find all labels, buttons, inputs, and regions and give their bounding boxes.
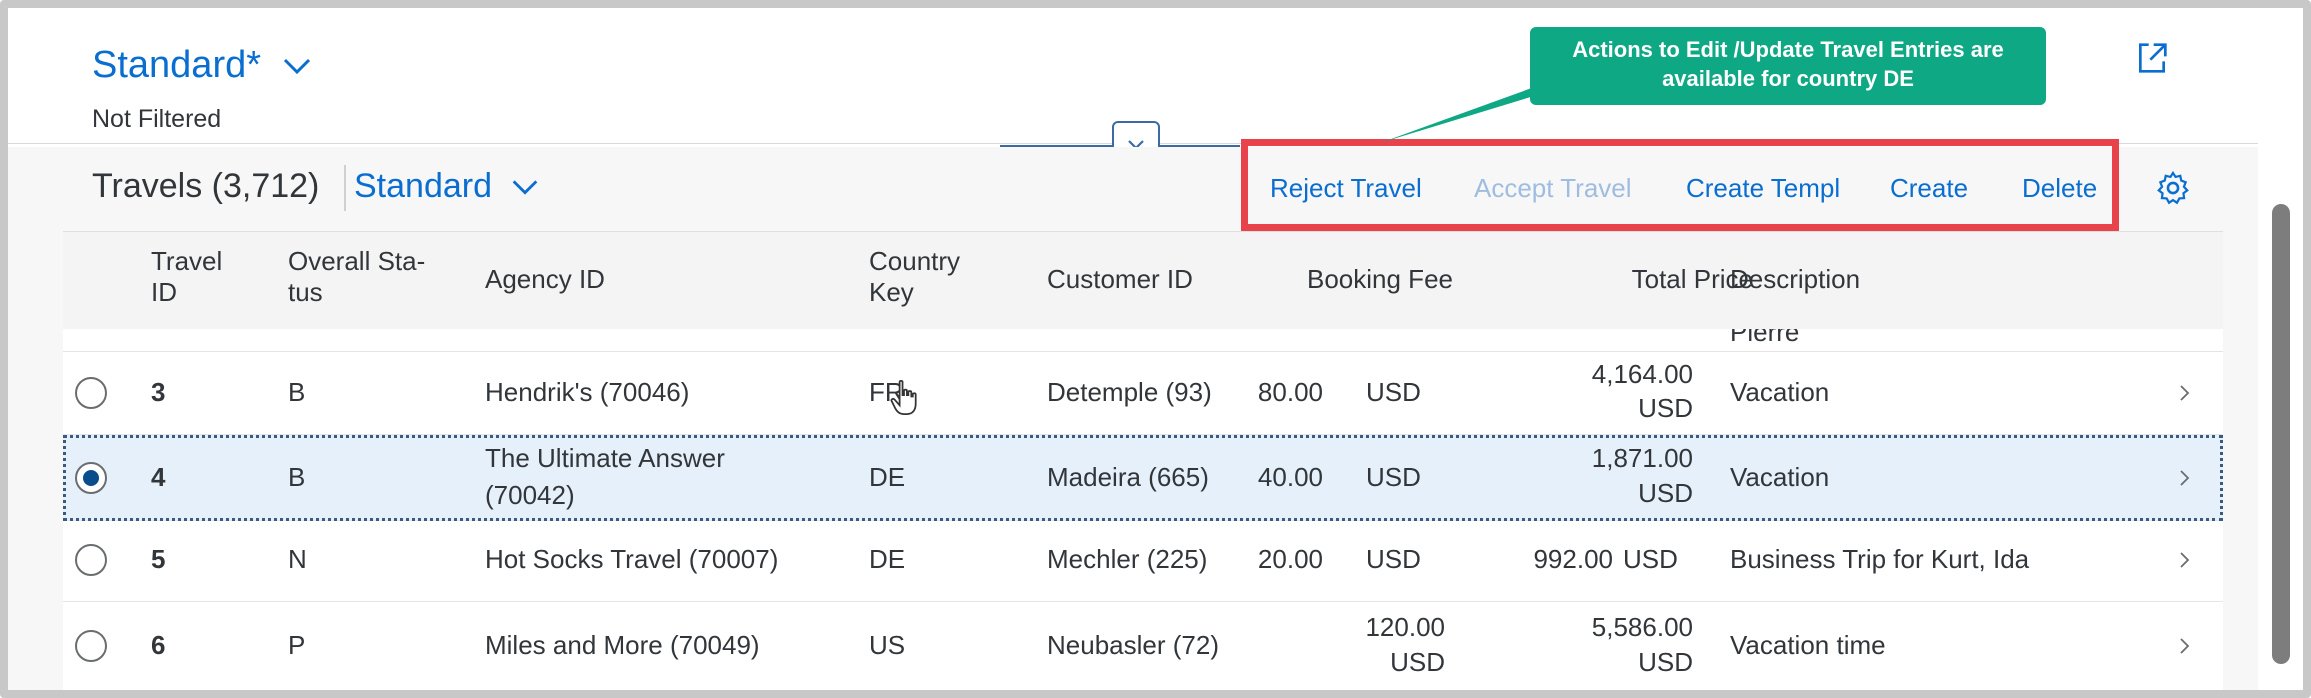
table-row[interactable]: 5 N Hot Socks Travel (70007) DE Mechler … [63,521,2223,602]
callout-line-2: available for country DE [1662,66,1914,91]
cell-booking-fee-currency: USD [1366,377,1421,407]
cell-booking-fee-currency: USD [1366,462,1421,492]
cell-total-price: 5,586.00 [1591,612,1693,642]
cell-customer-id: Mechler (225) [1047,544,1208,574]
cell-booking-fee: 40.00 [1257,462,1323,492]
share-icon[interactable] [2132,38,2172,78]
row-select-radio[interactable] [75,630,107,662]
table-title: Travels (3,712) [92,167,320,205]
cell-total-price: 992.00 [1533,544,1613,574]
cell-country-key: DE [869,462,906,492]
cell-total-price-currency: USD [1623,544,1678,574]
cell-booking-fee: 20.00 [1257,544,1323,574]
cell-description: Vacation [1730,377,1830,407]
cell-description: Vacation [1730,462,1830,492]
filter-status: Not Filtered [92,105,222,133]
column-header-line: Country [869,246,961,276]
annotation-callout: Actions to Edit /Update Travel Entries a… [1530,27,2046,105]
chevron-right-icon[interactable] [2174,383,2194,403]
hand-cursor-icon [890,379,917,415]
chevron-right-icon[interactable] [2174,468,2194,488]
cell-travel-id: 6 [151,630,166,660]
cell-travel-id: 3 [151,377,166,407]
column-header-booking-fee[interactable]: Booking Fee [1307,264,1453,295]
column-header-country-key[interactable]: Country Key [869,246,960,308]
cell-agency-id: Hendrik's (70046) [485,377,690,407]
vertical-scrollbar[interactable] [2272,204,2290,664]
cell-description: Business Trip for Kurt, Ida [1730,544,2030,574]
toolbar-separator [344,165,346,211]
cell-travel-id: 5 [151,544,166,574]
column-header-description[interactable]: Description [1730,264,1860,295]
column-header-line: tus [288,277,323,307]
chevron-down-icon [283,58,311,74]
cell-overall-status: N [288,544,307,574]
cell-description: Vacation time [1730,630,1886,660]
cell-customer-id: Detemple (93) [1047,377,1212,407]
actions-highlight-box [1241,139,2119,231]
cell-booking-fee-currency: USD [1390,647,1445,677]
column-header-line: Overall Sta- [288,246,426,276]
row-select-radio[interactable] [75,544,107,576]
cell-country-key: DE [869,544,906,574]
column-header-customer-id[interactable]: Customer ID [1047,264,1193,295]
cell-booking-fee: 80.00 [1257,377,1323,407]
cell-agency-id-cont: (70042) [485,480,575,510]
cell-agency-id: Hot Socks Travel (70007) [485,544,779,574]
row-select-radio[interactable] [75,377,107,409]
table-header-row: Travel ID Overall Sta- tus Agency ID Cou… [63,231,2223,331]
cell-total-price-currency: USD [1638,478,1693,508]
table-variant-selector[interactable]: Standard [354,167,542,206]
cell-total-price-currency: USD [1638,647,1693,677]
cell-total-price: 4,164.00 [1591,359,1693,389]
cell-overall-status: B [288,462,306,492]
variant-label: Standard* [92,44,262,86]
cell-booking-fee: 120.00 [1365,612,1445,642]
column-header-line: Travel [151,246,223,276]
chevron-down-icon [512,179,538,195]
callout-line-1: Actions to Edit /Update Travel Entries a… [1572,37,2004,62]
cell-booking-fee-currency: USD [1366,544,1421,574]
table-row[interactable]: 3 B Hendrik's (70046) FR Detemple (93) 8… [63,352,2223,435]
row-select-radio[interactable] [75,462,107,494]
gear-icon[interactable] [2154,169,2192,207]
chevron-right-icon[interactable] [2174,550,2194,570]
column-header-agency-id[interactable]: Agency ID [485,264,605,295]
table-variant-label: Standard [354,167,492,205]
cell-total-price: 1,871.00 [1591,443,1693,473]
variant-selector[interactable]: Standard* [92,44,315,87]
cell-overall-status: B [288,377,306,407]
cell-total-price-currency: USD [1638,393,1693,423]
column-header-total-price[interactable]: Total Price [1563,264,1753,295]
cell-agency-id: Miles and More (70049) [485,630,760,660]
table-row-selected[interactable]: 4 B The Ultimate Answer (70042) DE Madei… [63,435,2223,521]
table-body: Pierre 3 B Hendrik's (70046) FR Detemple… [63,329,2223,690]
column-header-overall-status[interactable]: Overall Sta- tus [288,246,425,308]
cell-overall-status: P [288,630,306,660]
column-header-line: Key [869,277,914,307]
partial-cell-text: Pierre [1730,329,1800,347]
column-header-line: ID [151,277,177,307]
cell-travel-id: 4 [151,462,166,492]
chevron-right-icon[interactable] [2174,636,2194,656]
table-row[interactable]: 6 P Miles and More (70049) US Neubasler … [63,602,2223,690]
cell-customer-id: Madeira (665) [1047,462,1209,492]
cell-country-key: US [869,630,906,660]
cell-agency-id: The Ultimate Answer [485,443,725,473]
column-header-travel-id[interactable]: Travel ID [151,246,222,308]
cell-customer-id: Neubasler (72) [1047,630,1219,660]
